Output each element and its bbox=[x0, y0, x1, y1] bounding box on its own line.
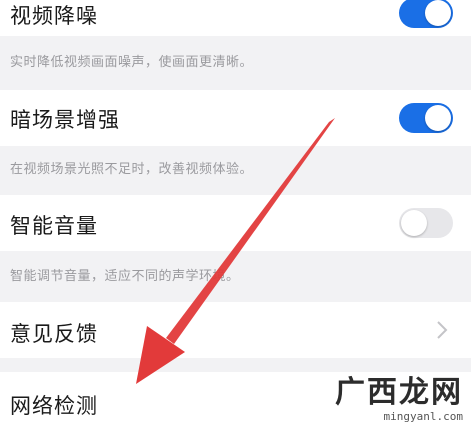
setting-row-video-denoise[interactable]: 视频降噪 bbox=[0, 0, 471, 36]
smart-volume-toggle[interactable] bbox=[399, 208, 453, 238]
watermark-domain: mingyanl.com bbox=[383, 410, 463, 423]
video-denoise-toggle[interactable] bbox=[399, 0, 453, 28]
watermark-logo-text: 广西龙网 bbox=[335, 375, 463, 410]
setting-description: 实时降低视频画面噪声，使画面更清晰。 bbox=[10, 55, 254, 70]
dark-scene-toggle[interactable] bbox=[399, 103, 453, 133]
toggle-knob bbox=[425, 0, 451, 26]
setting-label: 意见反馈 bbox=[10, 322, 98, 346]
watermark: 广西龙网 mingyanl.com bbox=[335, 375, 463, 424]
toggle-knob bbox=[401, 210, 427, 236]
setting-row-feedback[interactable]: 意见反馈 bbox=[0, 302, 471, 358]
setting-label: 网络检测 bbox=[10, 394, 98, 418]
setting-description: 智能调节音量，适应不同的声学环境。 bbox=[10, 269, 240, 284]
setting-description: 在视频场景光照不足时，改善视频体验。 bbox=[10, 162, 254, 177]
setting-row-smart-volume[interactable]: 智能音量 bbox=[0, 195, 471, 251]
setting-label: 智能音量 bbox=[10, 214, 98, 238]
setting-label: 视频降噪 bbox=[10, 4, 98, 28]
toggle-knob bbox=[425, 105, 451, 131]
setting-row-dark-scene[interactable]: 暗场景增强 bbox=[0, 90, 471, 146]
chevron-right-icon bbox=[437, 321, 448, 339]
setting-label: 暗场景增强 bbox=[10, 108, 120, 132]
